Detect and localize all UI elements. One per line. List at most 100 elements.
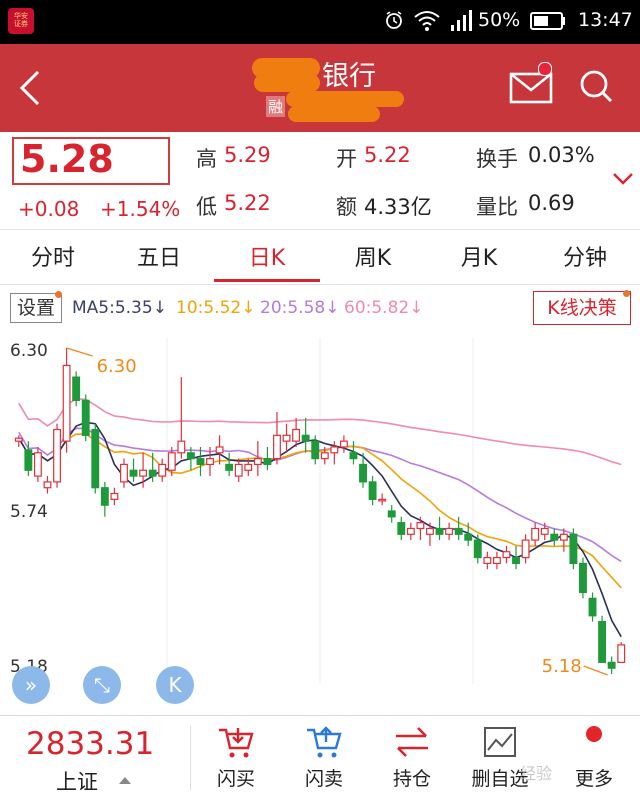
candle-body — [502, 551, 511, 559]
amount-label: 额 — [336, 195, 357, 219]
flash-sell-label: 闪卖 — [304, 768, 343, 790]
low-marker-label: 5.18 — [542, 656, 582, 677]
candle-body — [492, 556, 501, 564]
alarm-icon — [386, 11, 402, 29]
tab-five-day[interactable]: 五日 — [114, 240, 204, 272]
expand-icon[interactable]: » — [12, 666, 50, 704]
candle-body — [416, 522, 425, 530]
candle-body — [177, 440, 186, 454]
candle-body — [531, 527, 540, 541]
high-value: 5.29 — [224, 143, 271, 167]
candle-body — [196, 458, 205, 466]
candle-body — [435, 527, 444, 535]
candlestick-chart[interactable]: 6.305.745.186.305.18 — [0, 330, 640, 710]
flash-buy-button[interactable]: 闪买 — [196, 724, 276, 796]
candle-body — [43, 481, 52, 489]
candle-body — [33, 452, 42, 477]
candle-body — [120, 463, 128, 483]
open-value: 5.22 — [364, 143, 411, 167]
ma60-value: 60:5.82↓ — [344, 298, 424, 318]
y-axis-label-top: 6.30 — [10, 341, 48, 361]
low-label: 低 — [196, 195, 217, 219]
redaction-mark — [288, 106, 380, 122]
index-name[interactable]: 上证 — [56, 766, 98, 796]
low-value: 5.22 — [224, 191, 271, 215]
candle-body — [330, 446, 339, 454]
candle-body — [559, 533, 568, 541]
candle-body — [445, 527, 454, 535]
tab-monthly-k[interactable]: 月K — [434, 240, 524, 272]
candle-body — [148, 469, 157, 477]
candle-body — [53, 428, 61, 483]
candle-body — [206, 458, 214, 466]
swap-arrows-icon — [396, 727, 428, 757]
candle-body — [311, 440, 320, 460]
candle-body — [569, 533, 578, 564]
candle-body — [129, 469, 138, 477]
candle-body — [100, 487, 109, 506]
candle-body — [91, 428, 100, 489]
candle-body — [512, 556, 520, 564]
candle-body — [339, 440, 348, 448]
k-icon[interactable]: K — [156, 666, 194, 704]
candle-body — [282, 434, 291, 442]
candle-body — [473, 539, 482, 559]
candle-body — [598, 621, 607, 663]
ma5-value: MA5:5.35↓ — [72, 298, 167, 318]
fullscreen-icon[interactable]: ⤡ — [83, 666, 121, 704]
search-icon[interactable] — [576, 66, 616, 106]
candle-body — [454, 527, 463, 535]
flash-sell-button[interactable]: 闪卖 — [284, 724, 364, 796]
notification-dot — [623, 290, 630, 297]
turnover-value: 0.03% — [528, 143, 595, 167]
tab-minute[interactable]: 分钟 — [540, 240, 630, 272]
candle-body — [617, 644, 626, 663]
settings-button[interactable]: 设置 — [10, 293, 62, 323]
price-change-percent: +1.54% — [100, 197, 181, 221]
candle-body — [158, 463, 167, 477]
kline-decision-button[interactable]: K线决策 — [533, 291, 631, 325]
candle-body — [253, 458, 262, 466]
candle-body — [225, 463, 234, 471]
candle-body — [368, 481, 377, 500]
positions-button[interactable]: 持仓 — [372, 724, 452, 796]
positions-label: 持仓 — [392, 768, 431, 790]
candle-body — [588, 597, 597, 617]
notification-dot — [586, 726, 602, 742]
back-button[interactable] — [14, 64, 48, 112]
index-value[interactable]: 2833.31 — [26, 726, 154, 762]
margin-tag: 融 — [266, 96, 286, 117]
divider — [190, 726, 191, 790]
candle-body — [320, 452, 329, 460]
y-axis-label-mid: 5.74 — [10, 502, 48, 522]
turnover-label: 换手 — [476, 147, 518, 171]
sell-cart-icon — [307, 726, 342, 758]
redaction-mark — [286, 91, 404, 107]
high-marker-label: 6.30 — [97, 356, 137, 377]
tab-weekly-k[interactable]: 周K — [328, 240, 418, 272]
tab-daily-k[interactable]: 日K — [222, 240, 312, 272]
notification-dot — [55, 291, 62, 298]
tab-intraday[interactable]: 分时 — [8, 240, 98, 272]
active-tab-indicator — [214, 279, 320, 282]
candle-body — [24, 449, 33, 471]
candle-body — [483, 556, 492, 564]
candle-body — [215, 446, 224, 454]
candle-body — [406, 527, 415, 535]
low-marker-line — [583, 665, 608, 676]
candle-body — [167, 452, 176, 471]
buy-cart-icon — [219, 728, 254, 758]
candle-body — [263, 458, 272, 466]
candle-body — [464, 533, 473, 541]
candle-body — [244, 463, 253, 471]
stock-title: 银行 — [322, 61, 376, 92]
candle-body — [359, 463, 367, 483]
candle-body — [273, 434, 281, 460]
chevron-down-icon[interactable] — [612, 172, 634, 186]
caret-up-icon[interactable] — [119, 777, 131, 784]
candle-body — [72, 376, 81, 401]
candle-body — [579, 562, 587, 594]
high-label: 高 — [196, 147, 217, 171]
clock: 13:47 — [578, 9, 633, 31]
candle-body — [292, 428, 301, 442]
